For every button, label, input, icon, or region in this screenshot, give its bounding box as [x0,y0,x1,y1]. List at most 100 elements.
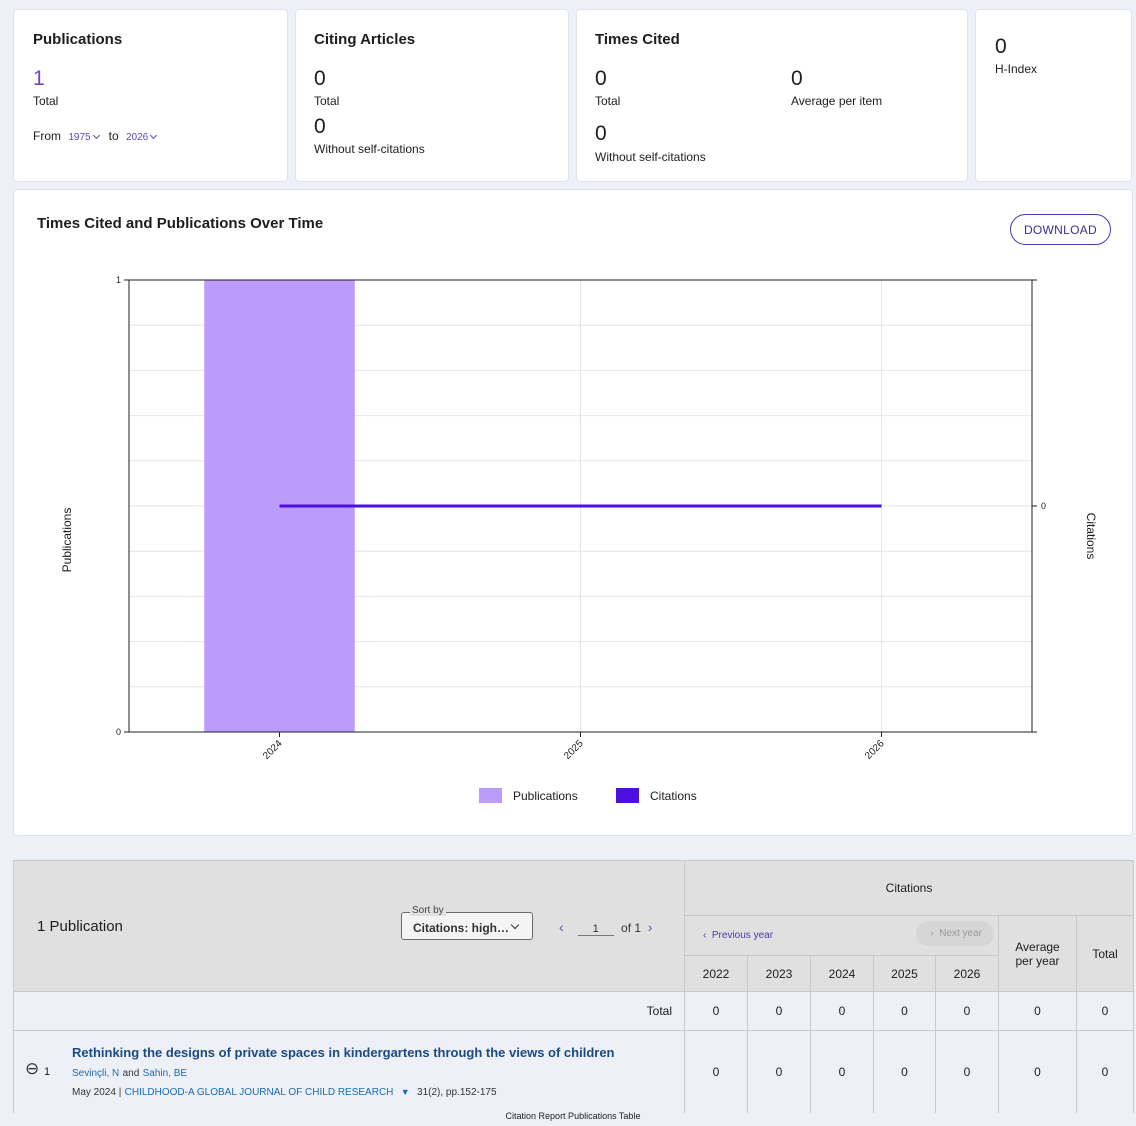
author-link[interactable]: Sevinçli, N [72,1068,119,1079]
h-index-value: 0 [995,35,1007,58]
citation-cell: 0 [998,1030,1077,1113]
citation-report-table: 1 Publication Sort by Citations: high… ‹… [13,860,1134,1126]
legend-label: Citations [650,789,697,803]
publications-total-label: Total [33,94,59,108]
volume-pages: 31(2), pp.152-175 [417,1087,497,1098]
caret-down-icon[interactable]: ▼ [401,1087,410,1097]
y-tick-label: 1 [116,275,121,285]
total-cell: 0 [810,991,874,1031]
from-year-value: 1975 [68,132,91,143]
total-cell: 0 [935,991,999,1031]
page-input[interactable]: 1 [577,923,614,936]
times-cited-total-label: Total [595,94,621,108]
next-year-label: Next year [939,928,982,939]
prev-page-icon[interactable]: ‹ [559,919,564,935]
previous-year-label: Previous year [711,930,774,941]
from-year-select[interactable]: 1975 [68,131,100,143]
table-caption: Citation Report Publications Table [505,1111,641,1121]
to-year-select[interactable]: 2026 [125,131,158,143]
page-of: of 1 [621,921,642,935]
y2-axis-label: Citations [1084,513,1098,560]
legend-label: Publications [513,789,578,803]
next-year-button[interactable]: › Next year [916,921,994,946]
year-header: 2025 [873,955,936,992]
chart-legend: Publications Citations [479,788,697,803]
h-index-card: 0 H-Index [975,9,1132,182]
year-header: 2022 [684,955,748,992]
publication-count: 1 Publication [37,918,123,935]
next-page-icon[interactable]: › [648,919,653,935]
citation-cell: 0 [873,1030,936,1113]
legend-swatch [616,788,639,803]
times-cited-total-value: 0 [595,67,607,90]
x-tick-label: 2026 [863,738,887,762]
chevron-down-icon [150,131,158,140]
total-header: Total [1076,915,1134,992]
chart-card: Times Cited and Publications Over Time D… [13,189,1133,836]
total-cell: 0 [873,991,936,1031]
publication-date: May 2024 | [72,1087,122,1098]
citation-cell: 0 [684,1030,748,1113]
to-year-value: 2026 [125,132,149,143]
times-cited-card: Times Cited 0 Total 0 Average per item 0… [576,9,968,182]
chevron-down-icon [510,920,520,930]
to-label: to [108,129,119,143]
y2-tick-label: 0 [1041,501,1046,511]
citing-total-value: 0 [314,67,326,90]
from-label: From [33,129,61,143]
x-tick-label: 2025 [562,738,586,762]
citing-articles-title: Citing Articles [314,31,416,48]
citing-total-label: Total [314,94,340,108]
total-cell: 0 [684,991,748,1031]
publications-title: Publications [33,31,123,48]
citation-cell: 0 [747,1030,811,1113]
year-range: From 1975 to 2026 [33,129,158,143]
minus-circle-icon[interactable]: ⊖ [25,1059,39,1079]
times-cited-avg-label: Average per item [791,94,883,108]
times-cited-title: Times Cited [595,31,680,48]
total-row: Total 0 0 0 0 0 0 0 [13,991,1134,1031]
journal-link[interactable]: CHILDHOOD-A GLOBAL JOURNAL OF CHILD RESE… [125,1087,394,1098]
citation-cell: 0 [810,1030,874,1113]
publications-card: Publications 1 Total From 1975 to 2026 [13,9,288,182]
publications-total-value[interactable]: 1 [33,68,45,89]
author-link[interactable]: Sahin, BE [143,1068,187,1079]
avg-per-year-header: Average per year [998,915,1077,992]
times-cited-without-self-label: Without self-citations [595,150,706,164]
year-header: 2026 [935,955,999,992]
publications-table: 1 Publication Sort by Citations: high… ‹… [13,860,1134,1113]
pagination: ‹ 1 of 1 › [559,919,652,936]
article-title-link[interactable]: Rethinking the designs of private spaces… [72,1045,615,1060]
year-navigation: ‹ Previous year › Next year [684,915,999,956]
year-header: 2024 [810,955,874,992]
previous-year-button[interactable]: ‹ Previous year [703,930,773,941]
h-index-label: H-Index [995,62,1038,76]
times-cited-without-self-value: 0 [595,122,607,145]
citations-header: Citations [684,860,1134,916]
row-index: 1 [44,1066,51,1078]
chart: 0 1 0 2024 2025 2026 Publications Citations P… [60,275,1098,803]
y-tick-label: 0 [116,727,121,737]
total-cell: 0 [998,991,1077,1031]
chevron-down-icon [92,131,100,140]
table-row: ⊖ 1 Rethinking the designs of private sp… [13,1030,1134,1113]
citation-cell: 0 [935,1030,999,1113]
legend-swatch [479,788,502,803]
sort-value: Citations: high… [413,921,509,935]
citing-without-self-label: Without self-citations [314,142,425,156]
times-cited-avg-value: 0 [791,67,803,90]
total-cell: 0 [747,991,811,1031]
sort-select[interactable]: Sort by Citations: high… [401,905,533,940]
total-cell: 0 [1076,991,1134,1031]
table-header-left: 1 Publication Sort by Citations: high… ‹… [13,860,685,992]
citation-cell: 0 [1076,1030,1134,1113]
year-header: 2023 [747,955,811,992]
author-separator: and [122,1068,140,1079]
x-tick-label: 2024 [261,738,285,762]
citing-without-self-value: 0 [314,115,326,138]
sort-caption: Sort by [410,905,446,916]
citing-articles-card: Citing Articles 0 Total 0 Without self-c… [295,9,569,182]
total-row-label: Total [13,991,685,1031]
y-axis-label: Publications [60,508,74,573]
publication-cell: ⊖ 1 Rethinking the designs of private sp… [13,1030,685,1113]
